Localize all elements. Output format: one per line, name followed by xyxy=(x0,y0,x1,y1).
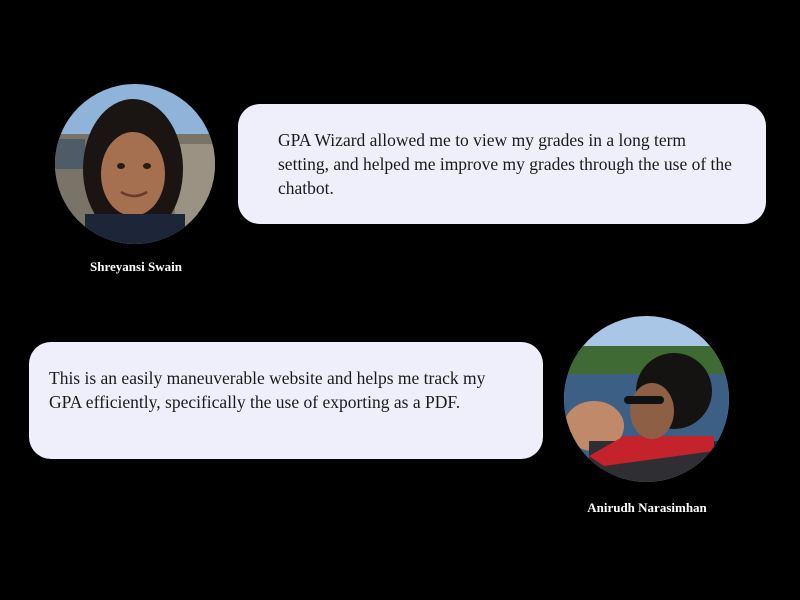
testimonial-name: Shreyansi Swain xyxy=(90,259,182,274)
person-photo-icon xyxy=(564,316,729,482)
testimonial-name: Anirudh Narasimhan xyxy=(587,500,707,515)
avatar-anirudh xyxy=(564,316,729,482)
testimonial-quote-bubble: GPA Wizard allowed me to view my grades … xyxy=(238,104,766,224)
testimonial-quote: GPA Wizard allowed me to view my grades … xyxy=(278,130,732,198)
testimonial-quote-bubble: This is an easily maneuverable website a… xyxy=(29,342,543,459)
avatar-shreyansi xyxy=(55,84,215,244)
person-photo-icon xyxy=(55,84,215,244)
testimonial-quote: This is an easily maneuverable website a… xyxy=(49,368,486,412)
